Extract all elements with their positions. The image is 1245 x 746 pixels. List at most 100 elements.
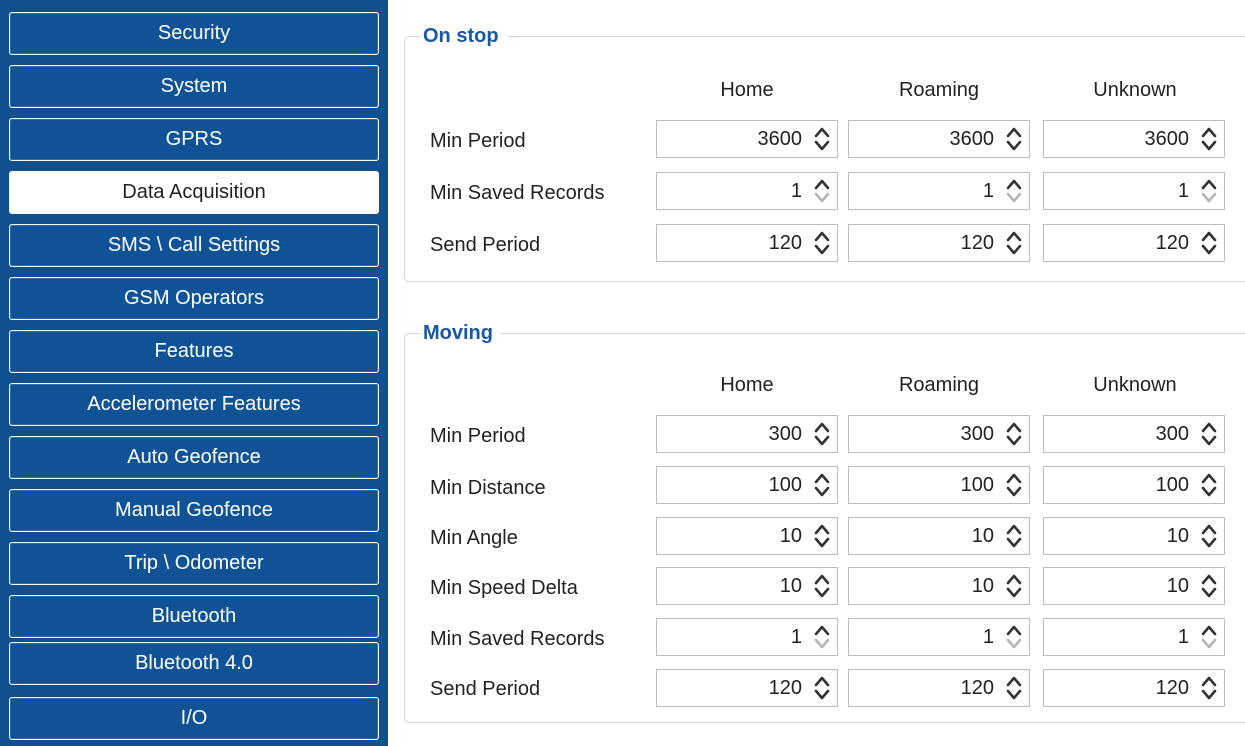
spinbox-value[interactable]: 120: [769, 670, 802, 706]
spin-arrows-icon[interactable]: [813, 229, 831, 257]
min-angle-roaming-spinbox[interactable]: 10: [848, 517, 1030, 555]
spin-arrows-icon[interactable]: [1005, 125, 1023, 153]
decrement-arrow: [814, 486, 830, 497]
nav-gprs-button[interactable]: GPRS: [9, 118, 379, 161]
spin-arrows-icon[interactable]: [1200, 177, 1218, 205]
min-saved-records-home-spinbox[interactable]: 1: [656, 618, 838, 656]
spin-arrows-icon[interactable]: [813, 471, 831, 499]
spinbox-value[interactable]: 10: [780, 568, 802, 604]
min-saved-records-unknown-spinbox[interactable]: 1: [1043, 618, 1225, 656]
spin-arrows-icon[interactable]: [1005, 177, 1023, 205]
nav-data-acquisition-button[interactable]: Data Acquisition: [9, 171, 379, 214]
spinbox-value[interactable]: 120: [961, 225, 994, 261]
spinbox-value[interactable]: 1: [1178, 619, 1189, 655]
nav-bluetooth-button[interactable]: Bluetooth: [9, 595, 379, 638]
spinbox-value[interactable]: 120: [1156, 225, 1189, 261]
spinbox-value[interactable]: 3600: [1145, 121, 1190, 157]
spin-arrows-icon[interactable]: [1005, 229, 1023, 257]
increment-arrow: [1006, 231, 1022, 242]
spinbox-value[interactable]: 120: [1156, 670, 1189, 706]
send-period-unknown-spinbox[interactable]: 120: [1043, 224, 1225, 262]
nav-features-button[interactable]: Features: [9, 330, 379, 373]
spinbox-value[interactable]: 10: [972, 568, 994, 604]
spin-arrows-icon[interactable]: [1005, 572, 1023, 600]
min-period-home-spinbox[interactable]: 300: [656, 415, 838, 453]
spinbox-value[interactable]: 10: [972, 518, 994, 554]
min-saved-records-unknown-spinbox[interactable]: 1: [1043, 172, 1225, 210]
send-period-roaming-spinbox[interactable]: 120: [848, 224, 1030, 262]
send-period-roaming-spinbox[interactable]: 120: [848, 669, 1030, 707]
spin-arrows-icon[interactable]: [1200, 471, 1218, 499]
spinbox-value[interactable]: 1: [791, 173, 802, 209]
min-period-unknown-spinbox[interactable]: 3600: [1043, 120, 1225, 158]
min-period-roaming-spinbox[interactable]: 300: [848, 415, 1030, 453]
spinbox-value[interactable]: 3600: [758, 121, 803, 157]
spin-arrows-icon[interactable]: [1005, 674, 1023, 702]
send-period-home-spinbox[interactable]: 120: [656, 669, 838, 707]
min-saved-records-roaming-spinbox[interactable]: 1: [848, 618, 1030, 656]
nav-accelerometer-features-button[interactable]: Accelerometer Features: [9, 383, 379, 426]
spin-arrows-icon[interactable]: [1005, 420, 1023, 448]
min-distance-unknown-spinbox[interactable]: 100: [1043, 466, 1225, 504]
spin-arrows-icon[interactable]: [1200, 420, 1218, 448]
spinbox-value[interactable]: 10: [1167, 518, 1189, 554]
nav-gsm-operators-button[interactable]: GSM Operators: [9, 277, 379, 320]
nav-auto-geofence-button[interactable]: Auto Geofence: [9, 436, 379, 479]
min-distance-home-spinbox[interactable]: 100: [656, 466, 838, 504]
decrement-arrow: [1006, 244, 1022, 255]
spinbox-value[interactable]: 100: [769, 467, 802, 503]
min-speed-delta-unknown-spinbox[interactable]: 10: [1043, 567, 1225, 605]
spinbox-value[interactable]: 100: [1156, 467, 1189, 503]
min-saved-records-home-spinbox[interactable]: 1: [656, 172, 838, 210]
spinbox-value[interactable]: 300: [769, 416, 802, 452]
spinbox-value[interactable]: 1: [791, 619, 802, 655]
spin-arrows-icon[interactable]: [813, 674, 831, 702]
spin-arrows-icon[interactable]: [1005, 623, 1023, 651]
spin-arrows-icon[interactable]: [1200, 674, 1218, 702]
nav-system-button[interactable]: System: [9, 65, 379, 108]
spinbox-value[interactable]: 10: [1167, 568, 1189, 604]
spin-arrows-icon[interactable]: [813, 623, 831, 651]
min-angle-unknown-spinbox[interactable]: 10: [1043, 517, 1225, 555]
spin-arrows-icon[interactable]: [813, 177, 831, 205]
spin-arrows-icon[interactable]: [1200, 125, 1218, 153]
send-period-unknown-spinbox[interactable]: 120: [1043, 669, 1225, 707]
spinbox-value[interactable]: 120: [769, 225, 802, 261]
spinbox-value[interactable]: 120: [961, 670, 994, 706]
spin-arrows-icon[interactable]: [1005, 522, 1023, 550]
spinbox-value[interactable]: 1: [1178, 173, 1189, 209]
min-period-roaming-spinbox[interactable]: 3600: [848, 120, 1030, 158]
min-saved-records-roaming-spinbox[interactable]: 1: [848, 172, 1030, 210]
spin-arrows-icon[interactable]: [1200, 572, 1218, 600]
spin-arrows-icon[interactable]: [813, 125, 831, 153]
spinbox-value[interactable]: 10: [780, 518, 802, 554]
column-unknown-header: Unknown: [1093, 374, 1177, 396]
min-period-unknown-spinbox[interactable]: 300: [1043, 415, 1225, 453]
nav-bluetooth-4-button[interactable]: Bluetooth 4.0: [9, 642, 379, 685]
spinbox-value[interactable]: 300: [961, 416, 994, 452]
nav-security-button[interactable]: Security: [9, 12, 379, 55]
spin-arrows-icon[interactable]: [1200, 623, 1218, 651]
min-period-home-spinbox[interactable]: 3600: [656, 120, 838, 158]
spin-arrows-icon[interactable]: [1200, 522, 1218, 550]
spin-arrows-icon[interactable]: [813, 420, 831, 448]
spin-arrows-icon[interactable]: [813, 572, 831, 600]
min-angle-home-spinbox[interactable]: 10: [656, 517, 838, 555]
nav-io-button[interactable]: I/O: [9, 697, 379, 740]
moving-group: Moving Home Roaming Unknown Min Period M…: [404, 320, 1245, 723]
min-speed-delta-home-spinbox[interactable]: 10: [656, 567, 838, 605]
min-distance-roaming-spinbox[interactable]: 100: [848, 466, 1030, 504]
spinbox-value[interactable]: 300: [1156, 416, 1189, 452]
spin-arrows-icon[interactable]: [1200, 229, 1218, 257]
min-speed-delta-roaming-spinbox[interactable]: 10: [848, 567, 1030, 605]
nav-trip-odometer-button[interactable]: Trip \ Odometer: [9, 542, 379, 585]
send-period-home-spinbox[interactable]: 120: [656, 224, 838, 262]
nav-sms-call-settings-button[interactable]: SMS \ Call Settings: [9, 224, 379, 267]
spinbox-value[interactable]: 3600: [950, 121, 995, 157]
spin-arrows-icon[interactable]: [1005, 471, 1023, 499]
spinbox-value[interactable]: 100: [961, 467, 994, 503]
spinbox-value[interactable]: 1: [983, 619, 994, 655]
nav-manual-geofence-button[interactable]: Manual Geofence: [9, 489, 379, 532]
spinbox-value[interactable]: 1: [983, 173, 994, 209]
spin-arrows-icon[interactable]: [813, 522, 831, 550]
